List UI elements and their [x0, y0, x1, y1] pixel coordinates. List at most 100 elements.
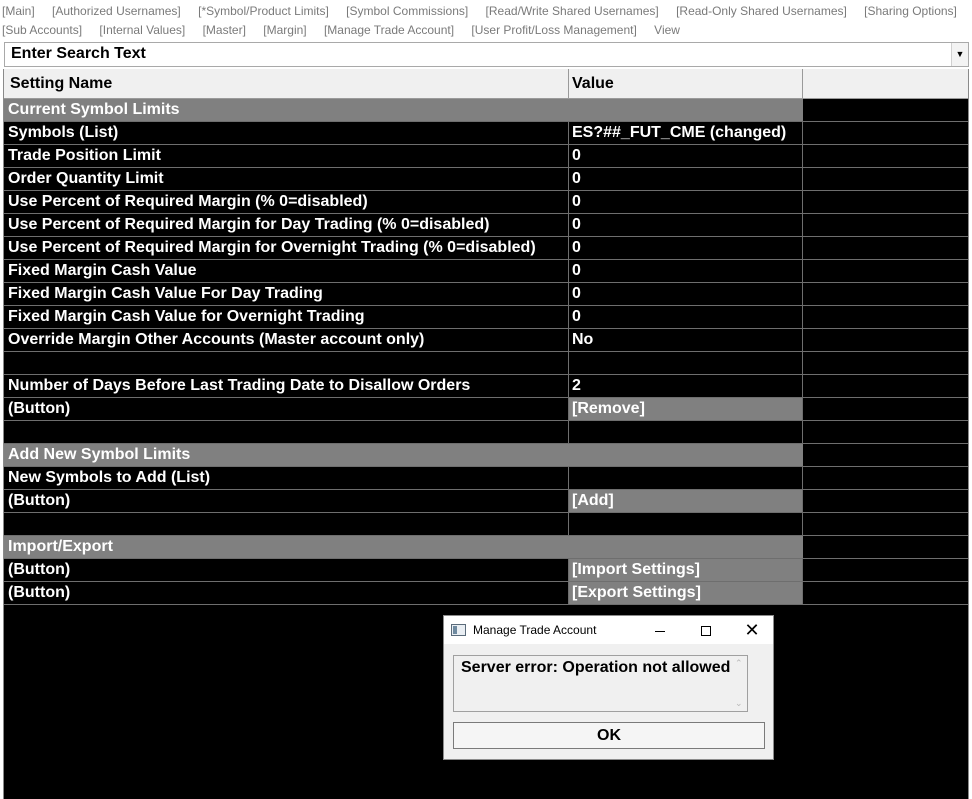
menu-bar: [Main] [Authorized Usernames] [*Symbol/P… — [0, 0, 972, 42]
setting-value-cell[interactable]: 2 — [569, 375, 803, 397]
ok-button[interactable]: OK — [453, 722, 765, 749]
menu-item-internal-values[interactable]: [Internal Values] — [99, 23, 185, 37]
menu-item-master[interactable]: [Master] — [203, 23, 246, 37]
action-button[interactable]: [Add] — [569, 490, 803, 512]
empty-cell — [803, 536, 968, 558]
menu-item-authorized-usernames[interactable]: [Authorized Usernames] — [52, 4, 181, 18]
menu-item-user-profit-loss-management[interactable]: [User Profit/Loss Management] — [471, 23, 636, 37]
button-row[interactable]: (Button) [Add] — [4, 490, 968, 513]
table-row[interactable]: Fixed Margin Cash Value for Overnight Tr… — [4, 306, 968, 329]
search-combobox[interactable]: Enter Search Text ▼ — [4, 42, 969, 67]
setting-value-cell[interactable]: No — [569, 329, 803, 351]
setting-value-cell[interactable]: 0 — [569, 168, 803, 190]
setting-name-cell: Trade Position Limit — [4, 145, 569, 167]
setting-value-cell[interactable] — [569, 467, 803, 489]
setting-value-cell[interactable]: ES?##_FUT_CME (changed) — [569, 122, 803, 144]
button-row[interactable]: (Button) [Export Settings] — [4, 582, 968, 605]
menu-item-sub-accounts[interactable]: [Sub Accounts] — [2, 23, 82, 37]
setting-name-cell: Override Margin Other Accounts (Master a… — [4, 329, 569, 351]
empty-cell — [803, 145, 968, 167]
section-header-row[interactable]: Add New Symbol Limits — [4, 444, 968, 467]
setting-name-cell: Use Percent of Required Margin (% 0=disa… — [4, 191, 569, 213]
message-scrollbar[interactable]: ⌃ ⌄ — [735, 658, 745, 709]
action-button[interactable]: [Import Settings] — [569, 559, 803, 581]
empty-cell — [803, 306, 968, 328]
menu-item-symbol-commissions[interactable]: [Symbol Commissions] — [346, 4, 468, 18]
search-input[interactable]: Enter Search Text — [11, 45, 146, 63]
empty-cell — [803, 582, 968, 604]
dialog-title-bar[interactable]: Manage Trade Account ✕ — [444, 616, 773, 644]
setting-value-cell[interactable]: 0 — [569, 306, 803, 328]
empty-cell — [803, 283, 968, 305]
empty-cell — [803, 99, 968, 121]
setting-value-cell[interactable]: 0 — [569, 191, 803, 213]
table-row[interactable]: Trade Position Limit 0 — [4, 145, 968, 168]
setting-value-cell — [569, 513, 803, 535]
table-row[interactable]: Order Quantity Limit 0 — [4, 168, 968, 191]
column-header-setting-name[interactable]: Setting Name — [4, 69, 569, 99]
setting-name-cell — [4, 421, 569, 443]
setting-value-cell — [569, 421, 803, 443]
setting-value-cell[interactable]: 0 — [569, 260, 803, 282]
empty-cell — [803, 421, 968, 443]
empty-cell — [803, 237, 968, 259]
minimize-icon[interactable] — [637, 616, 683, 644]
scroll-down-icon[interactable]: ⌄ — [735, 698, 743, 709]
table-row[interactable]: Use Percent of Required Margin (% 0=disa… — [4, 191, 968, 214]
setting-name-cell: New Symbols to Add (List) — [4, 467, 569, 489]
table-row[interactable]: Override Margin Other Accounts (Master a… — [4, 329, 968, 352]
empty-cell — [803, 168, 968, 190]
setting-value-cell[interactable]: 0 — [569, 237, 803, 259]
empty-cell — [803, 513, 968, 535]
setting-name-cell: Use Percent of Required Margin for Day T… — [4, 214, 569, 236]
menu-item-symbol-product-limits[interactable]: [*Symbol/Product Limits] — [198, 4, 329, 18]
app-window-icon — [451, 624, 466, 636]
section-title: Add New Symbol Limits — [4, 444, 803, 466]
menu-item-margin[interactable]: [Margin] — [263, 23, 306, 37]
empty-cell — [803, 214, 968, 236]
table-row[interactable]: Symbols (List) ES?##_FUT_CME (changed) — [4, 122, 968, 145]
empty-cell — [803, 398, 968, 420]
setting-name-cell — [4, 513, 569, 535]
chevron-down-icon[interactable]: ▼ — [951, 43, 968, 66]
setting-name-cell: Order Quantity Limit — [4, 168, 569, 190]
menu-item-read-write-shared-usernames[interactable]: [Read/Write Shared Usernames] — [486, 4, 659, 18]
section-header-row[interactable]: Import/Export — [4, 536, 968, 559]
table-row[interactable]: Fixed Margin Cash Value 0 — [4, 260, 968, 283]
table-row[interactable]: Use Percent of Required Margin for Overn… — [4, 237, 968, 260]
action-button[interactable]: [Export Settings] — [569, 582, 803, 604]
column-header-value[interactable]: Value — [569, 69, 803, 99]
section-header-row[interactable]: Current Symbol Limits — [4, 99, 968, 122]
menu-item-view[interactable]: View — [654, 23, 680, 37]
setting-value-cell[interactable]: 0 — [569, 214, 803, 236]
setting-value-cell[interactable]: 0 — [569, 145, 803, 167]
empty-cell — [803, 559, 968, 581]
menu-row-2: [Sub Accounts] [Internal Values] [Master… — [2, 23, 694, 40]
blank-row — [4, 352, 968, 375]
setting-name-cell: (Button) — [4, 398, 569, 420]
scroll-up-icon[interactable]: ⌃ — [735, 658, 743, 669]
table-row[interactable]: Number of Days Before Last Trading Date … — [4, 375, 968, 398]
table-row[interactable]: New Symbols to Add (List) — [4, 467, 968, 490]
section-title: Import/Export — [4, 536, 803, 558]
setting-name-cell: (Button) — [4, 490, 569, 512]
column-header-empty — [803, 69, 968, 99]
section-title: Current Symbol Limits — [4, 99, 803, 121]
table-row[interactable]: Use Percent of Required Margin for Day T… — [4, 214, 968, 237]
button-row[interactable]: (Button) [Remove] — [4, 398, 968, 421]
maximize-icon[interactable] — [683, 616, 729, 644]
action-button[interactable]: [Remove] — [569, 398, 803, 420]
empty-cell — [803, 444, 968, 466]
empty-cell — [803, 467, 968, 489]
table-row[interactable]: Fixed Margin Cash Value For Day Trading 0 — [4, 283, 968, 306]
setting-value-cell[interactable]: 0 — [569, 283, 803, 305]
setting-name-cell: (Button) — [4, 559, 569, 581]
setting-name-cell: (Button) — [4, 582, 569, 604]
menu-item-sharing-options[interactable]: [Sharing Options] — [864, 4, 957, 18]
button-row[interactable]: (Button) [Import Settings] — [4, 559, 968, 582]
menu-item-read-only-shared-usernames[interactable]: [Read-Only Shared Usernames] — [676, 4, 847, 18]
setting-name-cell — [4, 352, 569, 374]
menu-item-main[interactable]: [Main] — [2, 4, 35, 18]
menu-item-manage-trade-account[interactable]: [Manage Trade Account] — [324, 23, 454, 37]
close-icon[interactable]: ✕ — [729, 616, 775, 644]
